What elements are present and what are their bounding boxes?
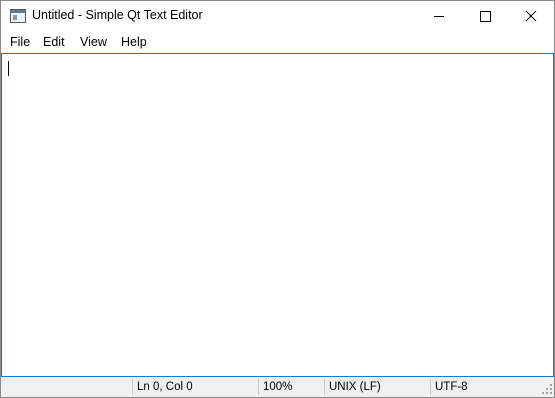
minimize-icon [434,16,444,17]
maximize-icon [480,11,491,22]
size-grip-icon[interactable] [541,383,553,395]
text-editor-area[interactable] [1,53,554,377]
status-zoom-level: 100% [263,381,293,393]
menu-help[interactable]: Help [121,35,147,49]
status-separator [324,379,325,395]
status-line-ending: UNIX (LF) [329,381,381,393]
close-icon [525,10,537,22]
menu-edit[interactable]: Edit [43,35,65,49]
maximize-button[interactable] [462,1,508,32]
text-caret [8,61,9,76]
minimize-button[interactable] [416,1,462,32]
status-bar: Ln 0, Col 0 100% UNIX (LF) UTF-8 [1,377,554,397]
status-separator [132,379,133,395]
status-cursor-position: Ln 0, Col 0 [137,381,193,393]
app-window-icon[interactable] [10,9,26,23]
menu-file[interactable]: File [10,35,30,49]
status-encoding: UTF-8 [435,381,468,393]
menu-view[interactable]: View [80,35,107,49]
status-separator [258,379,259,395]
menu-bar: File Edit View Help [1,32,554,53]
title-bar[interactable]: Untitled - Simple Qt Text Editor [1,1,554,32]
window-title: Untitled - Simple Qt Text Editor [32,8,203,22]
close-button[interactable] [508,1,554,32]
status-separator [430,379,431,395]
editor-window: Untitled - Simple Qt Text Editor File Ed… [0,0,555,398]
